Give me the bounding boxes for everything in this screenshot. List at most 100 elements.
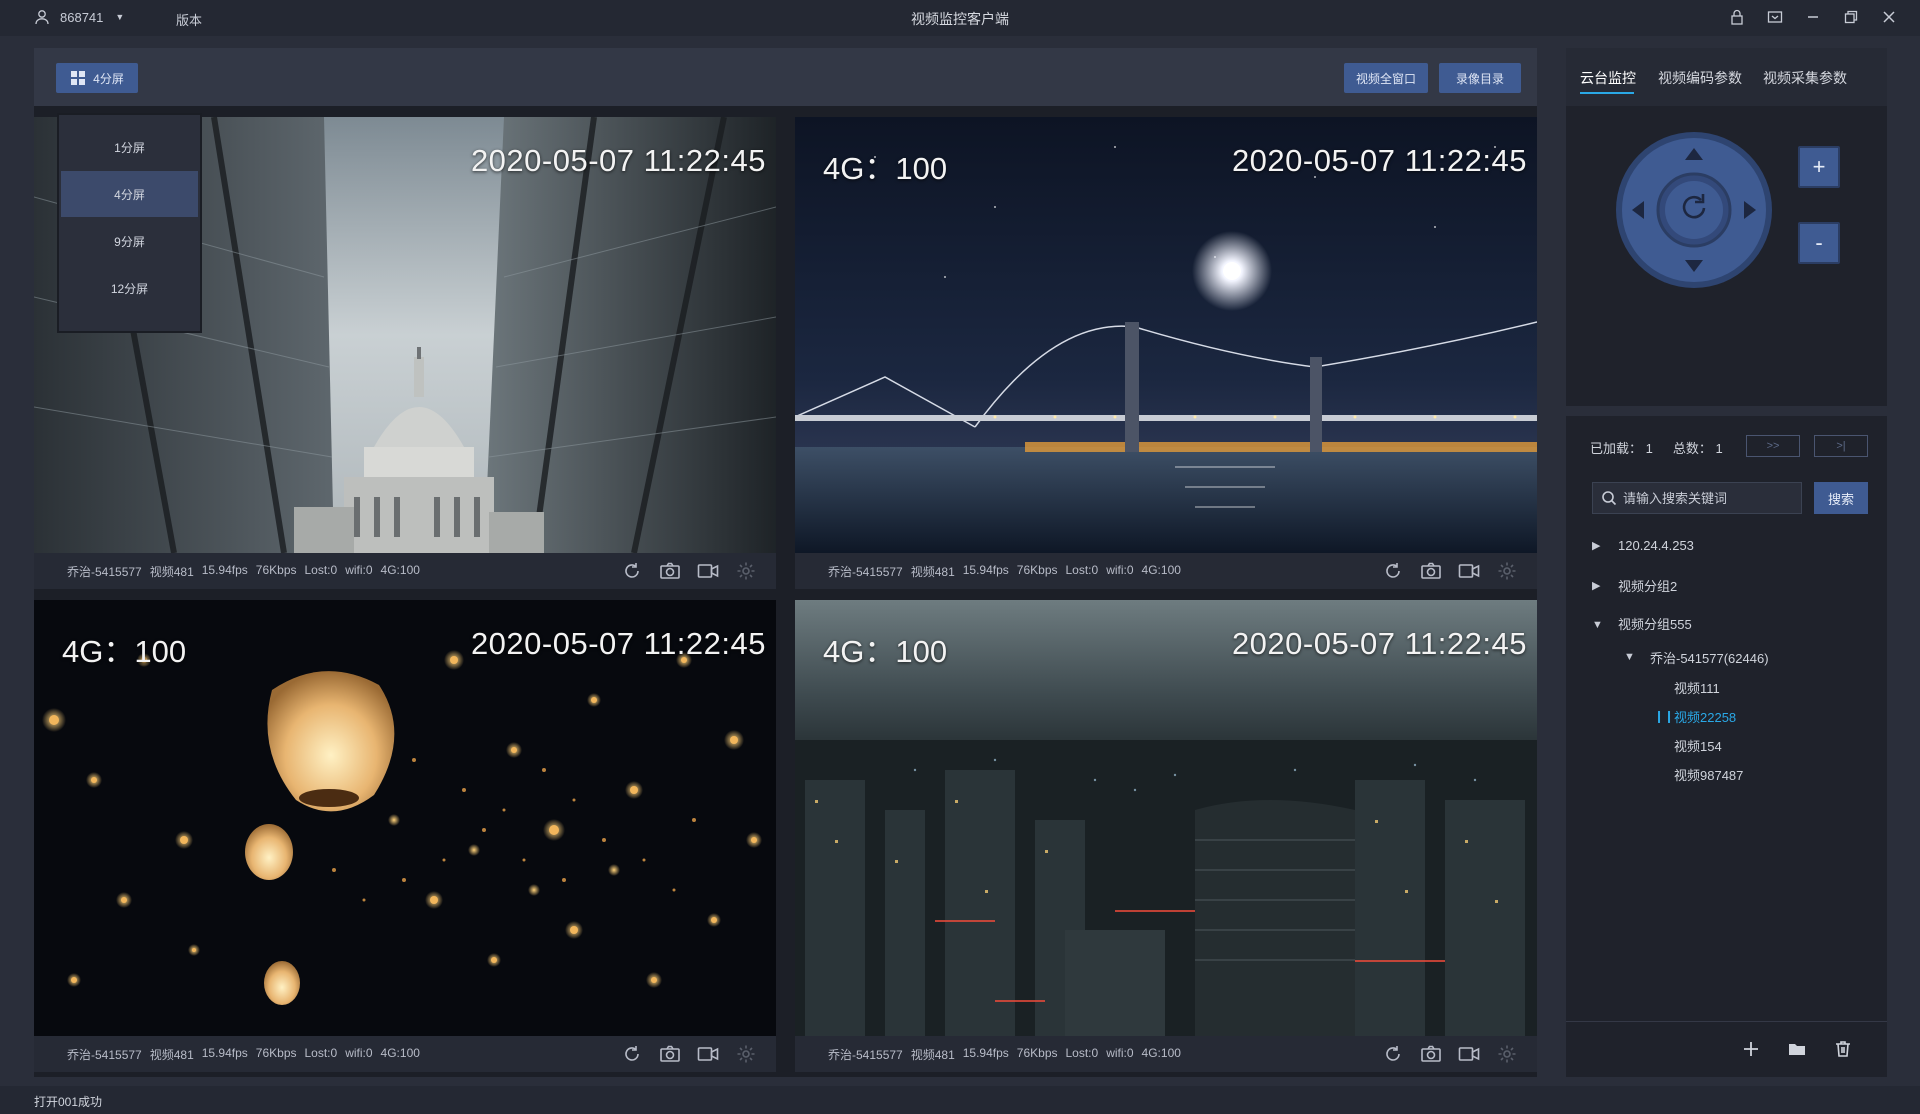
tab-video-encoding[interactable]: 视频编码参数 [1658,68,1742,88]
refresh-icon[interactable] [1381,560,1405,582]
fps-value: 15.94fps [201,562,248,577]
split-option-9[interactable]: 9分屏 [61,218,198,264]
video-record-icon[interactable] [696,1043,720,1065]
add-button[interactable] [1740,1038,1762,1060]
tree-channel-item-playing[interactable]: ❙❙ 视频22258 [1654,703,1736,729]
tree-node-label: 乔治-541577(62446) [1650,650,1769,666]
timestamp-overlay: 2020-05-07 11:22:45 [1231,626,1527,661]
split-screen-button[interactable]: 4分屏 [56,63,138,93]
tab-bar: 云台监控 视频编码参数 视频采集参数 [1566,48,1887,106]
user-id: 868741 [60,9,104,25]
pause-icon[interactable]: ❙❙ [1654,709,1674,723]
split-option-12[interactable]: 12分屏 [61,265,198,311]
zoom-out-button[interactable]: - [1798,222,1840,264]
search-icon [1602,491,1617,506]
video-record-icon[interactable] [696,560,720,582]
lock-button[interactable] [1726,6,1748,28]
fps-value: 15.94fps [962,562,1009,577]
plus-icon [1744,1042,1758,1056]
settings-icon[interactable] [734,560,758,582]
camera-icon[interactable] [658,1043,682,1065]
bitrate-value: 76Kbps [255,562,297,577]
total-count: 1 [1715,441,1723,456]
search-input[interactable] [1623,490,1793,506]
video-frame[interactable]: 4G：100 2020-05-07 11:22:45 [795,117,1537,553]
close-button[interactable] [1878,6,1900,28]
split-option-1[interactable]: 1分屏 [61,124,198,170]
record-directory-button[interactable]: 录像目录 [1439,63,1521,93]
zoom-in-button[interactable]: + [1798,146,1840,188]
divider [1566,1021,1887,1022]
video-frame[interactable]: 4G：100 2020-05-07 11:22:45 [34,600,776,1036]
collapse-arrow-icon[interactable]: ▼ [1624,651,1638,663]
video-toolbar: 4分屏 视频全窗口 录像目录 [34,48,1537,106]
bitrate-value: 76Kbps [1016,562,1058,577]
grid-icon [71,71,86,85]
split-option-4[interactable]: 4分屏 [61,171,198,217]
active-tab-indicator [1580,92,1634,94]
channel-name: 视频481 [149,564,194,579]
split-screen-label: 4分屏 [93,71,124,86]
folder-button[interactable] [1786,1038,1808,1060]
video-frame[interactable]: 4G：100 2020-05-07 11:22:45 [795,600,1537,1036]
tree-node-label: 视频154 [1674,738,1722,754]
ptz-direction-pad[interactable] [1614,130,1774,290]
restore-button[interactable] [1840,6,1862,28]
video-tile-3[interactable]: 4G：100 2020-05-07 11:22:45 乔治-5415577 视频… [34,600,776,1072]
settings-icon[interactable] [1495,560,1519,582]
camera-icon[interactable] [1419,1043,1443,1065]
lost-value: Lost:0 [1065,1045,1099,1060]
tree-channel-item[interactable]: 视频987487 [1674,761,1743,787]
tree-node-label: 视频22258 [1674,709,1737,725]
camera-icon[interactable] [1419,560,1443,582]
folder-icon [1789,1044,1805,1055]
next-page-button[interactable]: >> [1746,435,1800,457]
load-summary: 已加载： 1 总数： 1 [1590,438,1723,457]
wifi-value: wifi:0 [345,562,373,577]
tab-ptz-control[interactable]: 云台监控 [1580,68,1636,88]
fps-value: 15.94fps [962,1045,1009,1060]
version-menu[interactable]: 版本 [176,10,202,29]
status-message: 打开001成功 [34,1095,103,1109]
search-field[interactable] [1592,482,1802,514]
tree-channel-item[interactable]: 视频111 [1674,674,1720,700]
video-record-icon[interactable] [1457,1043,1481,1065]
fullscreen-button[interactable]: 视频全窗口 [1344,63,1428,93]
tree-node-ip[interactable]: ▶ 120.24.4.253 [1592,532,1694,558]
split-dropdown-menu: 1分屏 4分屏 9分屏 12分屏 [57,113,202,333]
tree-node-label: 视频分组2 [1618,578,1678,594]
expand-arrow-icon[interactable]: ▶ [1592,579,1606,592]
search-button[interactable]: 搜索 [1814,482,1868,514]
chevron-down-icon[interactable]: ▼ [115,12,124,22]
lost-value: Lost:0 [304,1045,338,1060]
refresh-icon[interactable] [620,1043,644,1065]
window-title: 视频监控客户端 [911,11,1009,27]
user-menu[interactable]: 868741 ▼ [34,9,124,25]
video-tile-2[interactable]: 4G：100 2020-05-07 11:22:45 乔治-5415577 视频… [795,117,1537,589]
tree-node-group2[interactable]: ▶ 视频分组2 [1592,572,1677,598]
tree-channel-item[interactable]: 视频154 [1674,732,1722,758]
signal-overlay: 4G：100 [823,151,948,186]
restore-icon [1844,10,1858,24]
video-tile-4[interactable]: 4G：100 2020-05-07 11:22:45 乔治-5415577 视频… [795,600,1537,1072]
refresh-icon[interactable] [1381,1043,1405,1065]
minimize-button[interactable] [1802,6,1824,28]
expand-arrow-icon[interactable]: ▶ [1592,539,1606,552]
screen-mode-button[interactable] [1764,6,1786,28]
tree-node-group555[interactable]: ▼ 视频分组555 [1592,612,1832,638]
minimize-icon [1808,16,1818,18]
collapse-arrow-icon[interactable]: ▼ [1592,619,1606,631]
refresh-icon[interactable] [620,560,644,582]
delete-button[interactable] [1832,1038,1854,1060]
tree-node-label: 视频111 [1674,680,1720,696]
wifi-value: wifi:0 [1106,1045,1134,1060]
tab-video-capture[interactable]: 视频采集参数 [1763,68,1847,88]
settings-icon[interactable] [1495,1043,1519,1065]
camera-icon[interactable] [658,560,682,582]
settings-icon[interactable] [734,1043,758,1065]
last-page-button[interactable]: >| [1814,435,1868,457]
timestamp-overlay: 2020-05-07 11:22:45 [470,626,766,661]
video-record-icon[interactable] [1457,560,1481,582]
4g-value: 4G:100 [1141,1045,1181,1060]
tree-node-device[interactable]: ▼ 乔治-541577(62446) [1624,644,1769,670]
